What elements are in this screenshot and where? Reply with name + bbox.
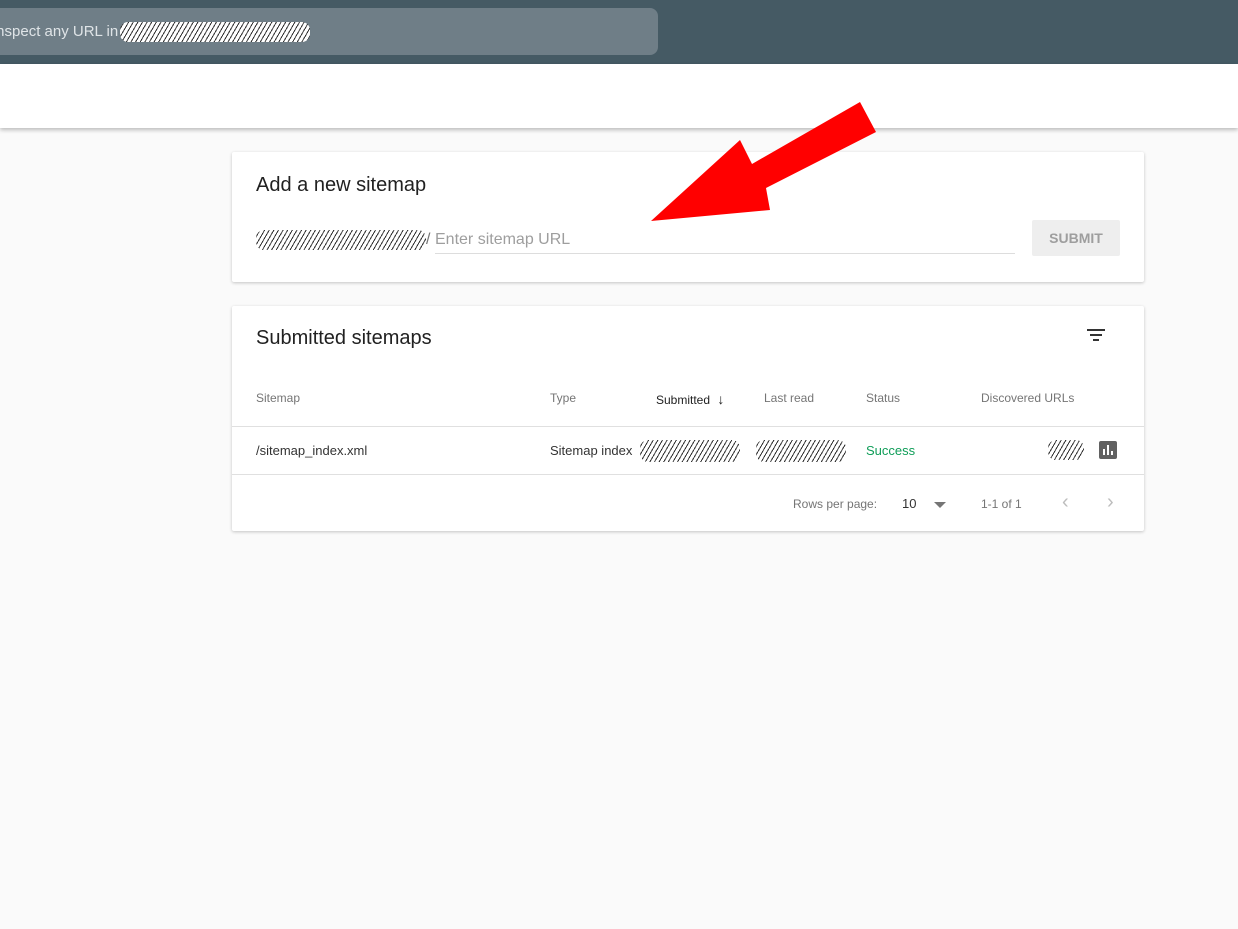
divider: [232, 474, 1144, 475]
submit-button[interactable]: SUBMIT: [1032, 220, 1120, 256]
sitemap-path[interactable]: /sitemap_index.xml: [256, 443, 367, 458]
redacted-last-read-date: [756, 440, 846, 462]
previous-page-icon[interactable]: ‹: [1062, 491, 1069, 514]
site-prefix: /: [256, 230, 430, 250]
column-status[interactable]: Status: [866, 391, 900, 405]
redacted-url-count: [1048, 440, 1084, 460]
status-badge: Success: [866, 443, 916, 458]
rows-per-page-label: Rows per page:: [793, 497, 878, 511]
column-type[interactable]: Type: [550, 391, 576, 405]
submitted-sitemaps-title: Submitted sitemaps: [256, 327, 432, 349]
next-page-icon[interactable]: ›: [1107, 491, 1114, 514]
submitted-sitemaps-card: Submitted sitemaps Sitemap Type Submitte…: [232, 306, 1144, 531]
url-inspection-search[interactable]: Inspect any URL in: [0, 8, 658, 55]
pagination-range: 1-1 of 1: [981, 497, 1022, 511]
column-last-read[interactable]: Last read: [764, 391, 814, 405]
sort-arrow-down-icon: ↓: [717, 391, 725, 407]
bar-chart-icon[interactable]: [1099, 441, 1117, 459]
redacted-domain: [120, 21, 311, 42]
top-bar: Inspect any URL in: [0, 0, 1238, 64]
sitemap-url-input[interactable]: [435, 226, 1015, 254]
divider: [232, 426, 1144, 427]
redacted-submitted-date: [640, 440, 740, 462]
rows-per-page-select[interactable]: 10: [902, 496, 947, 511]
column-discovered-urls[interactable]: Discovered URLs: [981, 391, 1074, 405]
rows-per-page-value: 10: [902, 496, 917, 511]
column-submitted[interactable]: Submitted ↓: [656, 391, 724, 407]
add-sitemap-card: Add a new sitemap / SUBMIT: [232, 152, 1144, 282]
search-placeholder: Inspect any URL in: [0, 23, 119, 40]
sitemap-type: Sitemap index: [550, 443, 633, 458]
filter-icon[interactable]: [1087, 328, 1105, 342]
dropdown-arrow-icon: [934, 501, 947, 508]
column-sitemap[interactable]: Sitemap: [256, 391, 300, 405]
add-sitemap-title: Add a new sitemap: [256, 174, 427, 196]
column-submitted-label: Submitted: [656, 393, 711, 407]
redacted-site-url: [256, 230, 426, 250]
prefix-separator: /: [426, 231, 431, 248]
header-bar: [0, 64, 1238, 128]
